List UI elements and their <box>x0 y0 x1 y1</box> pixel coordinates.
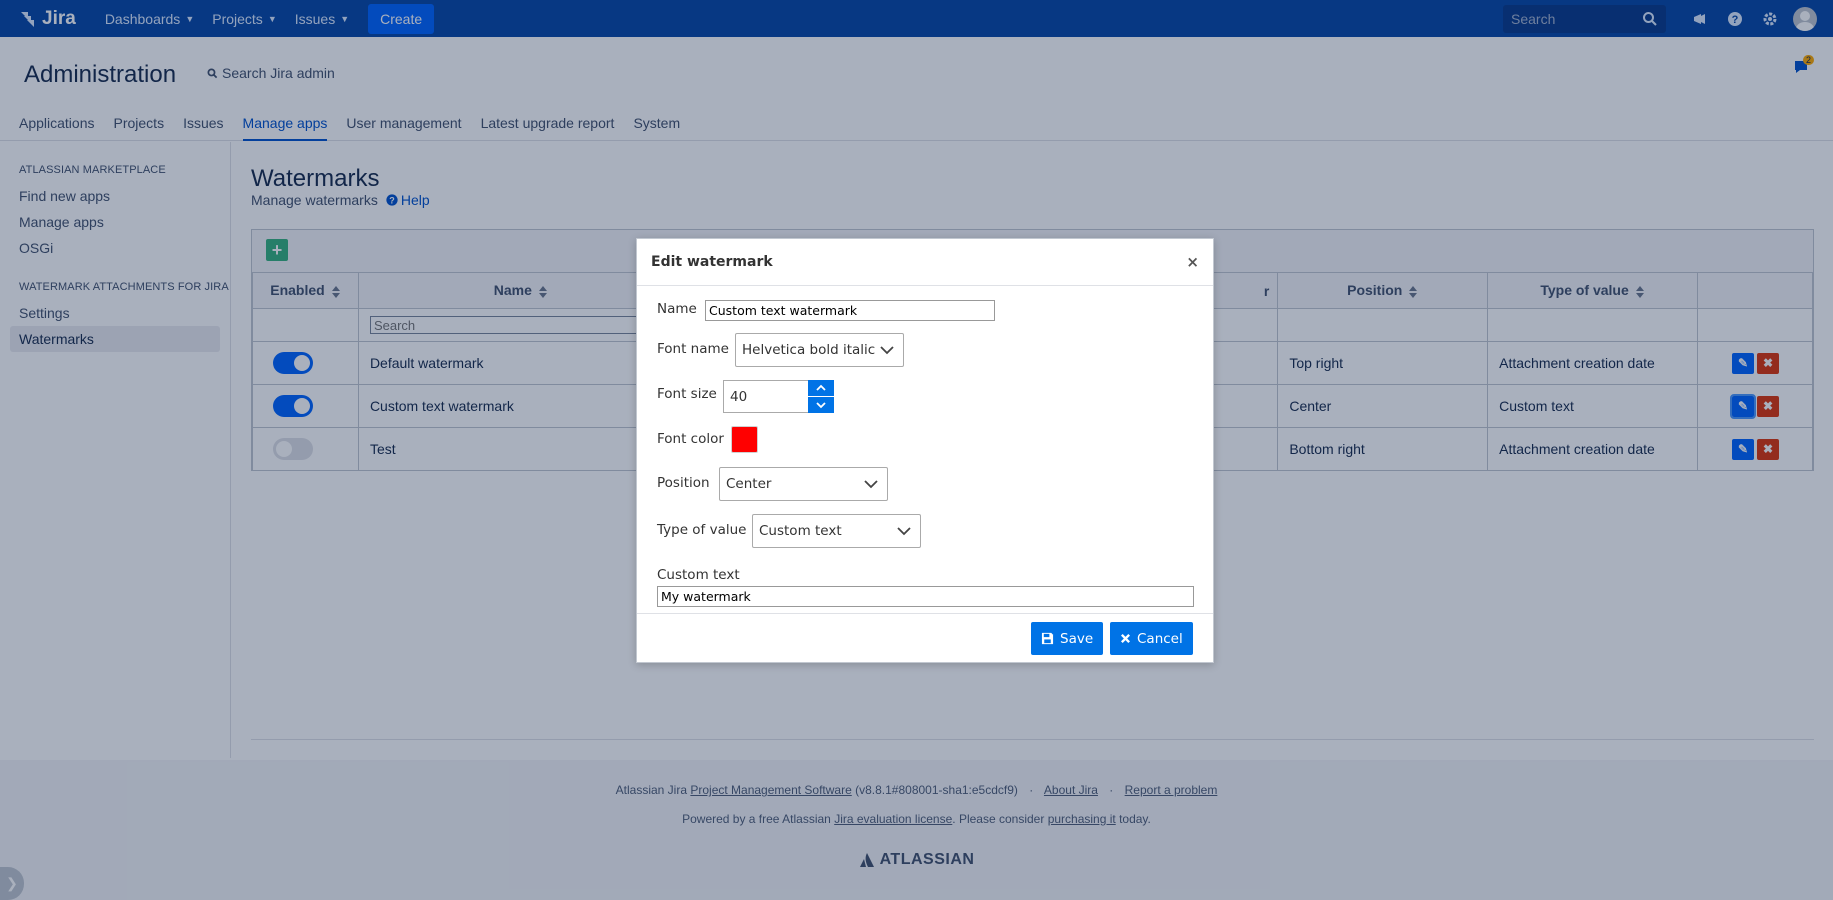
font-size-label: Font size <box>657 386 717 402</box>
type-of-value-label: Type of value <box>657 522 747 538</box>
type-of-value-value: Custom text <box>759 523 842 539</box>
type-of-value-select[interactable]: Custom text <box>752 514 921 548</box>
decrement-button[interactable] <box>808 397 834 413</box>
position-label: Position <box>657 475 710 491</box>
chevron-up-icon <box>816 384 826 391</box>
stepper-buttons <box>808 380 834 413</box>
font-size-stepper[interactable]: 40 <box>723 380 834 413</box>
font-color-label: Font color <box>657 431 724 447</box>
font-name-value: Helvetica bold italic <box>742 342 876 358</box>
font-color-swatch[interactable] <box>731 426 758 453</box>
chevron-down-icon <box>897 527 911 536</box>
close-icon <box>1120 633 1131 644</box>
dialog-body: Name Custom text watermark Font name Hel… <box>637 286 1213 614</box>
dialog-header: Edit watermark × <box>637 239 1213 286</box>
font-name-select[interactable]: Helvetica bold italic <box>735 333 904 367</box>
chevron-down-icon <box>864 480 878 489</box>
chevron-down-icon <box>816 402 826 409</box>
font-size-value: 40 <box>730 388 748 405</box>
position-value: Center <box>726 476 772 492</box>
dialog-footer: Save Cancel <box>637 613 1213 662</box>
name-label: Name <box>657 301 697 317</box>
name-input[interactable]: Custom text watermark <box>705 300 995 321</box>
save-button[interactable]: Save <box>1031 622 1104 655</box>
increment-button[interactable] <box>808 380 834 397</box>
font-name-label: Font name <box>657 341 729 357</box>
save-label: Save <box>1060 630 1094 647</box>
custom-text-input[interactable]: My watermark <box>657 586 1194 607</box>
position-select[interactable]: Center <box>719 467 888 501</box>
cancel-button[interactable]: Cancel <box>1110 622 1193 655</box>
edit-watermark-dialog: Edit watermark × Name Custom text waterm… <box>636 238 1214 663</box>
custom-text-label: Custom text <box>657 567 740 583</box>
close-icon[interactable]: × <box>1186 253 1199 271</box>
cancel-label: Cancel <box>1137 630 1183 647</box>
dialog-title: Edit watermark <box>651 254 773 270</box>
save-icon <box>1041 632 1054 645</box>
chevron-down-icon <box>880 346 894 355</box>
